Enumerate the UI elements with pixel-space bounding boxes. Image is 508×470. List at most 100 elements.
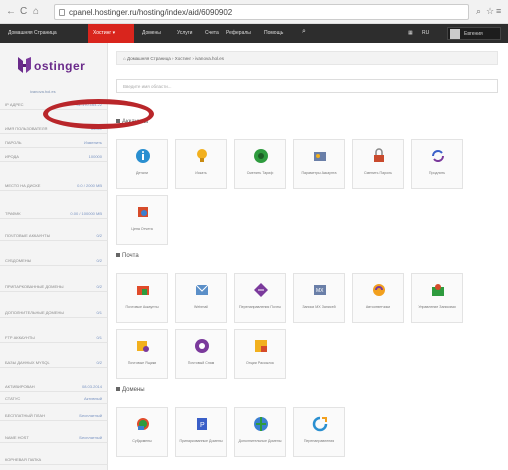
tool-tile-label: Автоответчики xyxy=(365,305,391,309)
user-menu[interactable]: Евгения xyxy=(447,27,501,40)
sidebar-info-value[interactable]: Изменить xyxy=(84,140,102,145)
sidebar-info-label: Базы данных MySQL xyxy=(5,360,50,365)
sidebar-info-label: Корневая папка xyxy=(5,457,42,462)
red-annotation-ellipse xyxy=(43,99,154,129)
tool-tile[interactable]: Перенаправления Почты xyxy=(234,273,286,323)
nav-home[interactable]: Домашняя Страница xyxy=(8,30,57,36)
tool-tile[interactable]: Сменить Тариф xyxy=(234,139,286,189)
tool-tile-label: Дополнительные Домены xyxy=(238,439,282,443)
tool-tile[interactable]: Субдомены xyxy=(116,407,168,457)
sidebar-info-value[interactable]: 0/2 xyxy=(96,233,102,238)
sidebar-info-row: Базы данных MySQL 0/2 xyxy=(0,357,108,368)
search-icon[interactable]: ⌕ xyxy=(476,6,481,17)
tool-tile[interactable]: Цена Отчета xyxy=(116,195,168,245)
spam-icon xyxy=(195,339,209,353)
tool-tile[interactable]: Перенаправления xyxy=(293,407,345,457)
change-plan-icon xyxy=(254,149,268,163)
nav-services[interactable]: Услуги xyxy=(177,30,192,36)
tool-tile[interactable]: Webmail xyxy=(175,273,227,323)
tool-tile-label: Цена Отчета xyxy=(131,227,153,231)
tool-tile[interactable]: Искать xyxy=(175,139,227,189)
tool-tile-label: Сменить Пароль xyxy=(363,171,393,175)
nav-referrals[interactable]: Рефералы xyxy=(226,30,251,36)
language-selector[interactable]: RU xyxy=(422,30,429,36)
tool-tile[interactable]: Почтовые Аккаунты xyxy=(116,273,168,323)
sidebar-info-label: Субдомены xyxy=(5,258,32,263)
sidebar-info-value[interactable]: Бесплатный xyxy=(79,413,102,418)
sidebar-info-label: Пароль xyxy=(5,140,22,145)
sidebar-info-row: Корневая папка xyxy=(0,454,108,465)
grid-icon[interactable]: ▦ xyxy=(408,30,413,36)
breadcrumb: ⌂ Домашняя Страница › Хостинг › ivanova.… xyxy=(116,51,498,65)
reload-icon[interactable]: C xyxy=(20,7,27,17)
subdomains-icon xyxy=(137,418,149,430)
email-accounts-icon xyxy=(137,286,149,295)
nav-bills[interactable]: Счета xyxy=(205,30,219,36)
tool-tile[interactable]: P Припаркованные Домены xyxy=(175,407,227,457)
sidebar-info-row: Name Host Бесплатный xyxy=(0,432,108,443)
sidebar-info-value[interactable]: Бесплатный xyxy=(79,435,102,440)
nav-hosting-active[interactable]: Хостинг ▾ xyxy=(88,24,134,43)
tool-tile[interactable]: Почтовый Спам xyxy=(175,329,227,379)
tool-tile-label: Управление Записями xyxy=(418,305,456,309)
sidebar-info-value[interactable]: 0/2 xyxy=(96,258,102,263)
sidebar-info-label: Name Host xyxy=(5,435,29,440)
autoresponder-icon xyxy=(373,284,385,296)
tool-tile[interactable]: Опции Рассылок xyxy=(234,329,286,379)
tool-tile[interactable]: Продлить xyxy=(411,139,463,189)
search-icon[interactable]: ⌕ xyxy=(302,28,306,36)
sidebar-info-row: Активирован 08.03.2014 xyxy=(0,381,108,392)
sidebar-info-label: Трафик xyxy=(5,211,21,216)
sidebar-info-value[interactable]: Активный xyxy=(84,396,102,401)
tool-tile-label: Почтовые Аккаунты xyxy=(125,305,159,309)
account-domain-link[interactable]: ivanova.hol.es xyxy=(30,89,56,94)
address-bar[interactable]: cpanel.hostinger.ru/hosting/index/aid/60… xyxy=(54,4,469,20)
tool-tile-label: Перенаправления xyxy=(303,439,335,443)
hostinger-logo[interactable]: ostinger xyxy=(16,53,96,79)
sidebar-info-value[interactable]: 0/2 xyxy=(96,284,102,289)
main-content: ⌂ Домашняя Страница › Хостинг › ivanova.… xyxy=(108,43,508,470)
star-icon[interactable]: ☆ xyxy=(486,6,494,17)
sidebar-info-value[interactable]: 0/1 xyxy=(96,310,102,315)
tool-tile-label: Сменить Тариф xyxy=(246,171,274,175)
home-icon[interactable]: ⌂ xyxy=(33,7,39,17)
mailing-list-icon xyxy=(255,340,267,352)
top-navigation: Домашняя Страница Хостинг ▾ Домены Услуг… xyxy=(0,24,508,43)
tool-tile[interactable]: Сменить Пароль xyxy=(352,139,404,189)
sidebar-info-row: Статус Активный xyxy=(0,393,108,404)
sidebar-info-row: Субдомены 0/2 xyxy=(0,255,108,266)
lock-icon xyxy=(374,148,384,162)
menu-icon[interactable]: ≡ xyxy=(496,6,501,16)
tool-tile[interactable]: Параметры Аккаунта xyxy=(293,139,345,189)
tool-tile[interactable]: Детали xyxy=(116,139,168,189)
page-icon xyxy=(59,9,65,16)
sidebar-info-label: Активирован xyxy=(5,384,35,389)
url-text: cpanel.hostinger.ru/hosting/index/aid/60… xyxy=(69,8,233,17)
tool-tile-label: Припаркованные Домены xyxy=(179,439,223,443)
sidebar-info-row: Почтовые аккаунты 0/2 xyxy=(0,230,108,241)
tool-tile[interactable]: Управление Записями xyxy=(411,273,463,323)
nav-domains[interactable]: Домены xyxy=(142,30,161,36)
section-title: Почта xyxy=(116,253,139,259)
sidebar-info-value[interactable]: 100000 xyxy=(89,154,102,159)
sidebar-info-value[interactable]: 0/1 xyxy=(96,335,102,340)
sidebar-info-value[interactable]: 0.00 / 100000 MB xyxy=(70,211,102,216)
renew-icon xyxy=(432,150,444,162)
webmail-icon xyxy=(195,284,209,295)
sidebar-info-value[interactable]: 08.03.2014 xyxy=(82,384,102,389)
sidebar-info-value[interactable]: 0/2 xyxy=(96,360,102,365)
tool-tile[interactable]: Автоответчики xyxy=(352,273,404,323)
sidebar-info-label: Имя пользователя xyxy=(5,126,48,131)
back-arrow-icon[interactable]: ← xyxy=(6,7,16,17)
sidebar-info-row: Трафик 0.00 / 100000 MB xyxy=(0,208,108,219)
tool-tile-label: Почтовые Ящики xyxy=(127,361,157,365)
section-title: Домены xyxy=(116,387,145,393)
search-input[interactable]: Введите имя области... xyxy=(116,79,498,93)
tool-tile[interactable]: Почтовые Ящики xyxy=(116,329,168,379)
nav-help[interactable]: Помощь xyxy=(264,30,283,36)
breadcrumb-text[interactable]: ⌂ Домашняя Страница › Хостинг › ivanova.… xyxy=(123,56,224,61)
tool-tile[interactable]: Дополнительные Домены xyxy=(234,407,286,457)
sidebar-info-value[interactable]: 0.0 / 2000 MB xyxy=(77,183,102,188)
tool-tile[interactable]: MX Записи MX Записей xyxy=(293,273,345,323)
section-icon xyxy=(116,387,120,392)
